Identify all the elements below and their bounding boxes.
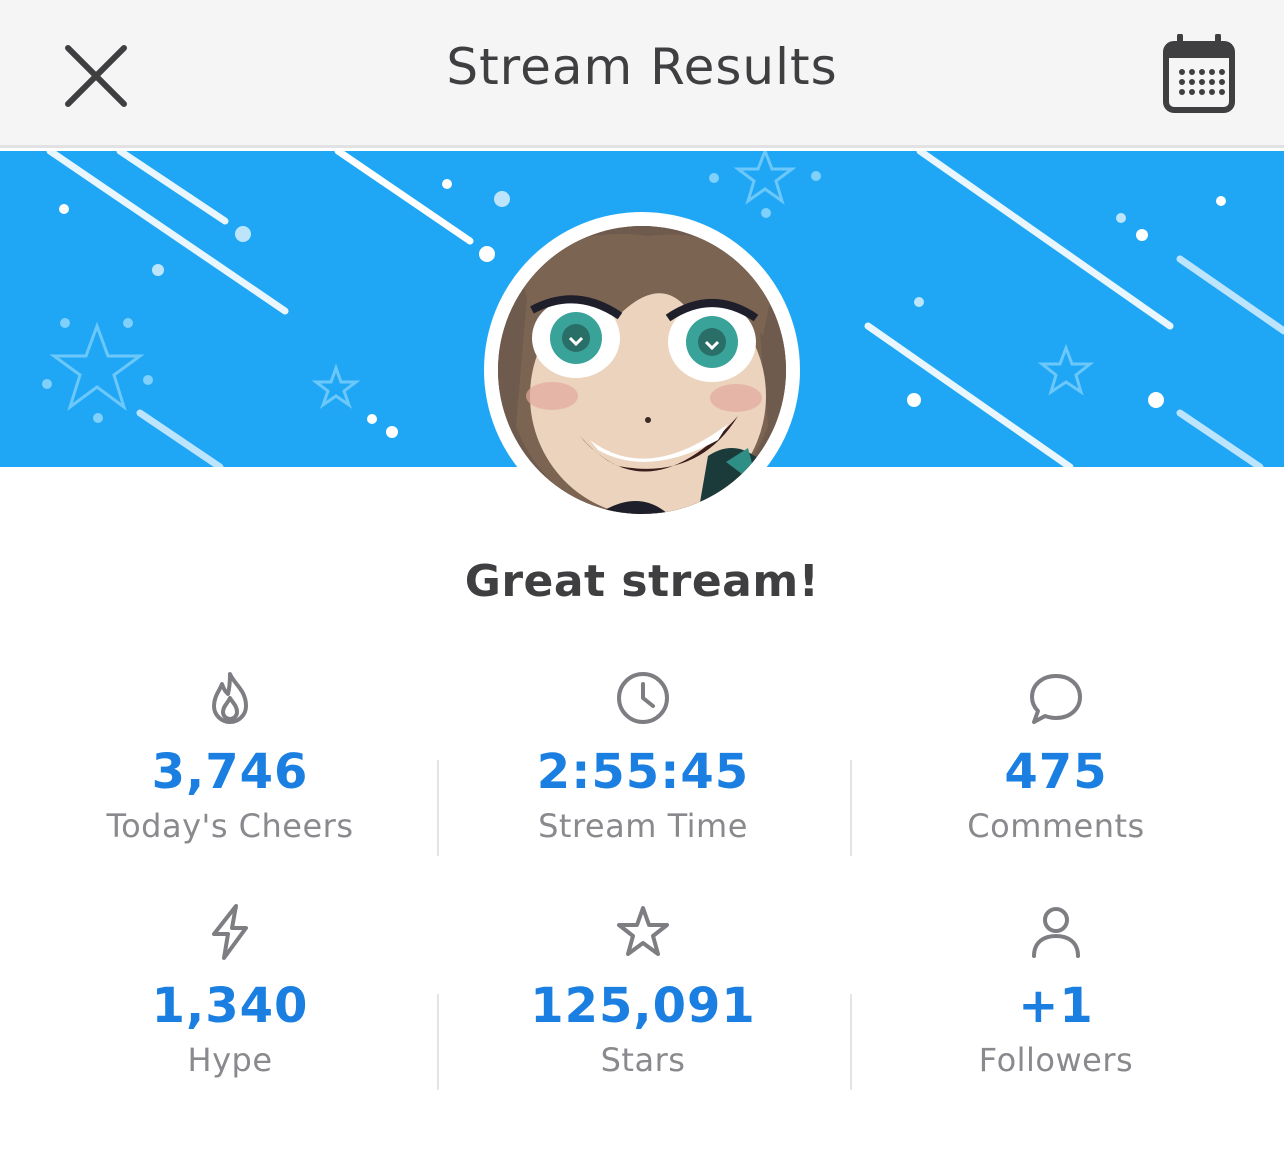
avatar-illustration	[498, 226, 786, 514]
clock-icon	[617, 672, 669, 724]
stat-value: +1	[1018, 978, 1094, 1034]
person-icon	[1032, 907, 1080, 958]
stat-label: Stars	[600, 1041, 686, 1079]
stat-stars: 125,091 Stars	[437, 902, 849, 1082]
star-icon	[617, 906, 669, 956]
stat-label: Today's Cheers	[106, 807, 354, 845]
header-bar: Stream Results	[0, 0, 1284, 148]
avatar[interactable]	[498, 226, 786, 514]
stat-comments: 475 Comments	[850, 668, 1262, 848]
calendar-button[interactable]	[1160, 33, 1240, 116]
stat-value: 475	[1004, 744, 1108, 800]
headline: Great stream!	[464, 556, 820, 607]
stat-label: Followers	[978, 1041, 1134, 1079]
stat-stream-time: 2:55:45 Stream Time	[437, 668, 849, 848]
stat-value: 1,340	[151, 978, 309, 1034]
stat-value: 125,091	[530, 978, 756, 1034]
stat-todays-cheers: 3,746 Today's Cheers	[24, 668, 436, 848]
calendar-icon	[1163, 33, 1235, 113]
stat-followers: +1 Followers	[850, 902, 1262, 1082]
stat-hype: 1,340 Hype	[24, 902, 436, 1082]
flame-icon	[212, 672, 248, 724]
stat-label: Comments	[967, 807, 1145, 845]
stat-label: Stream Time	[538, 807, 748, 845]
lightning-icon	[212, 904, 248, 960]
stat-value: 3,746	[151, 744, 309, 800]
page-title: Stream Results	[446, 38, 838, 96]
stat-value: 2:55:45	[536, 744, 750, 800]
stat-label: Hype	[187, 1041, 273, 1079]
comment-icon	[1030, 674, 1082, 724]
